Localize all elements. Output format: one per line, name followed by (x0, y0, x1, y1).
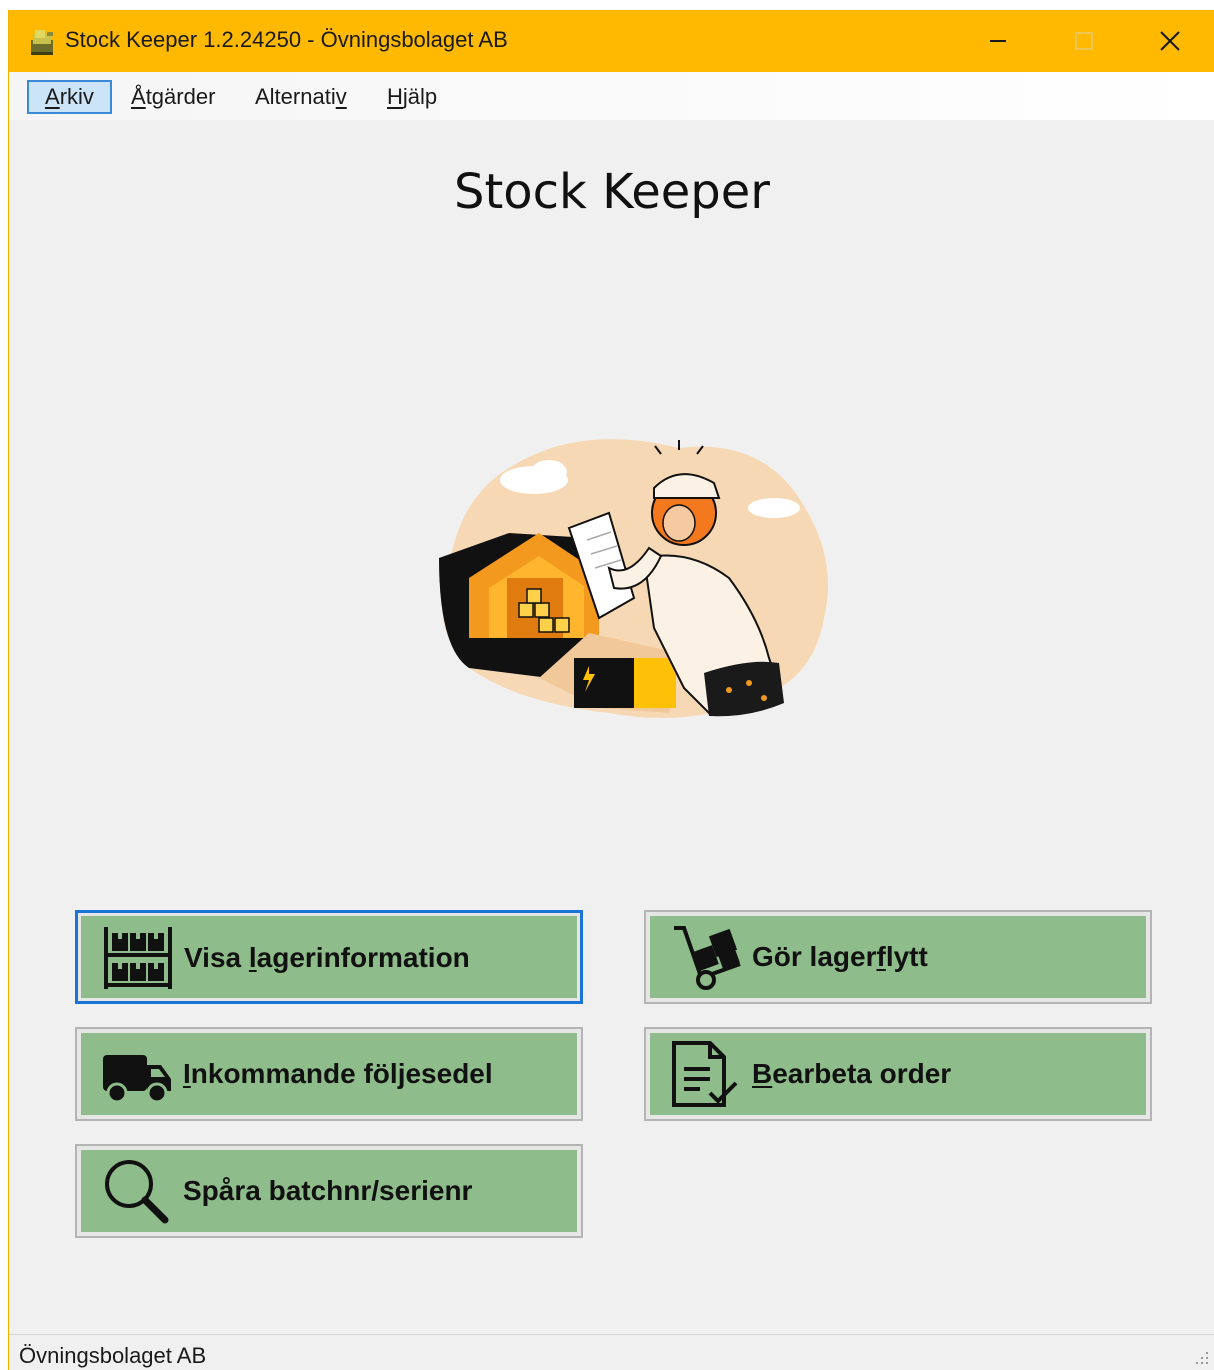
inkommande-foljesedel-label: Inkommande följesedel (183, 1058, 493, 1089)
app-icon (31, 30, 53, 55)
window-title: Stock Keeper 1.2.24250 - Övningsbolaget … (65, 27, 508, 52)
bearbeta-order-button[interactable]: Bearbeta order (644, 1027, 1152, 1121)
menu-hjalp[interactable]: Hjälp (371, 80, 453, 114)
spara-batchnr-serienr-button[interactable]: Spåra batchnr/serienr (75, 1144, 583, 1238)
close-button[interactable] (1127, 10, 1213, 72)
minimize-icon (990, 40, 1006, 42)
warehouse-worker-illustration (439, 439, 829, 718)
spara-batchnr-serienr-label: Spåra batchnr/serienr (183, 1175, 473, 1206)
minimize-button[interactable] (955, 10, 1041, 72)
warehouse-shelves-icon (104, 927, 172, 989)
resize-grip-icon[interactable] (1189, 1347, 1211, 1369)
menu-atgarder[interactable]: Åtgärder (115, 80, 231, 114)
bearbeta-order-label: Bearbeta order (752, 1058, 952, 1089)
hand-truck-icon (674, 926, 741, 990)
status-bar: Övningsbolaget AB (9, 1334, 1214, 1370)
menu-alternativ[interactable]: Alternativ (239, 80, 363, 114)
gor-lagerflytt-label: Gör lagerflytt (752, 941, 928, 972)
title-bar[interactable]: Stock Keeper 1.2.24250 - Övningsbolaget … (9, 10, 1214, 72)
gor-lagerflytt-button[interactable]: Gör lagerflytt (644, 910, 1152, 1004)
visa-lagerinformation-button[interactable]: Visa lagerinformation (75, 910, 583, 1004)
menu-arkiv[interactable]: Arkiv (27, 80, 112, 114)
main-window: Stock Keeper 1.2.24250 - Övningsbolaget … (8, 10, 1214, 1370)
page-title: Stock Keeper (454, 164, 770, 220)
close-icon (1160, 31, 1180, 51)
maximize-button[interactable] (1041, 10, 1127, 72)
status-company: Övningsbolaget AB (19, 1343, 207, 1368)
magnifier-icon (105, 1160, 169, 1224)
menu-bar: Arkiv Åtgärder Alternativ Hjälp (9, 72, 1214, 120)
inkommande-foljesedel-button[interactable]: Inkommande följesedel (75, 1027, 583, 1121)
document-check-icon (672, 1041, 738, 1107)
visa-lagerinformation-label: Visa lagerinformation (184, 942, 470, 973)
delivery-truck-icon (103, 1055, 171, 1104)
maximize-icon (1075, 32, 1093, 50)
